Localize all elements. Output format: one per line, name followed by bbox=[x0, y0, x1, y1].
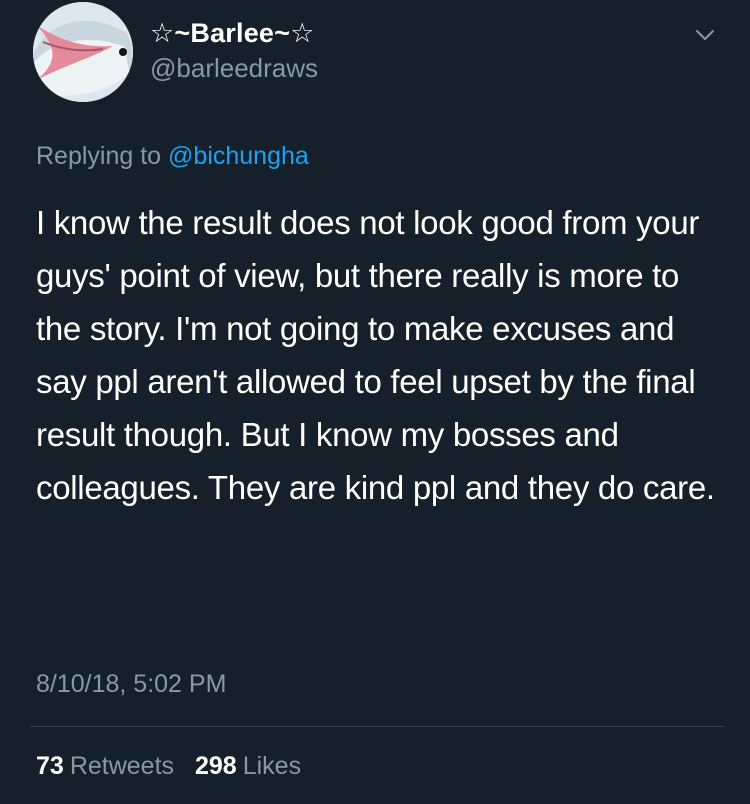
likes-count: 298 bbox=[194, 752, 237, 780]
reply-mention-link[interactable]: @bichungha bbox=[168, 142, 309, 170]
replying-to: Replying to @bichungha bbox=[36, 142, 309, 171]
likes-label: Likes bbox=[242, 752, 302, 780]
avatar[interactable] bbox=[33, 2, 133, 102]
divider bbox=[30, 726, 724, 727]
display-name[interactable]: ☆~Barlee~☆ bbox=[150, 18, 315, 49]
retweets-count: 73 bbox=[36, 752, 64, 780]
retweets-label: Retweets bbox=[69, 752, 175, 780]
tweet-stats: 73 Retweets 298 Likes bbox=[36, 752, 301, 781]
tweet-text: I know the result does not look good fro… bbox=[36, 204, 715, 506]
replying-to-label: Replying to bbox=[36, 142, 162, 170]
dolphin-avatar-icon bbox=[33, 2, 133, 102]
tweet-timestamp[interactable]: 8/10/18, 5:02 PM bbox=[36, 670, 226, 699]
likes-stat[interactable]: 298 Likes bbox=[195, 752, 301, 781]
user-handle[interactable]: @barleedraws bbox=[150, 53, 318, 84]
retweets-stat[interactable]: 73 Retweets bbox=[36, 752, 174, 781]
chevron-down-icon[interactable] bbox=[694, 24, 716, 46]
tweet-card: ☆~Barlee~☆ @barleedraws Replying to @bic… bbox=[0, 0, 750, 804]
